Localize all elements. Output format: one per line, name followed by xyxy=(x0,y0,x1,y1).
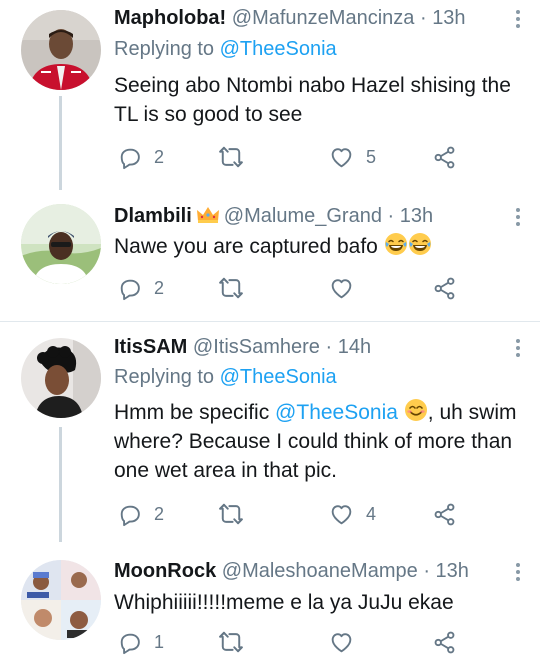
tweet-text-part: Hmm be specific xyxy=(114,401,276,424)
separator-dot: · xyxy=(325,336,333,358)
retweet-icon xyxy=(218,144,244,170)
tweet-header: MoonRock @MaleshoaneMampe · 13h xyxy=(114,560,504,583)
reply-count: 2 xyxy=(154,277,165,298)
retweet-icon xyxy=(218,275,244,301)
user-handle[interactable]: @MaleshoaneMampe xyxy=(222,560,418,582)
tweet-item[interactable]: MoonRock @MaleshoaneMampe · 13h Whiphiii… xyxy=(0,548,540,660)
display-name[interactable]: ItisSAM xyxy=(114,336,187,358)
tweet-actions: 2 4 xyxy=(114,500,514,528)
reply-icon xyxy=(117,502,142,527)
timestamp[interactable]: 13h xyxy=(432,7,465,29)
separator-dot: · xyxy=(419,7,427,29)
reply-button[interactable]: 2 xyxy=(117,500,164,528)
mention-link[interactable]: @TheeSonia xyxy=(220,366,337,388)
tweet-header: ItisSAM @ItisSamhere · 14h xyxy=(114,336,504,359)
more-icon[interactable] xyxy=(516,208,520,229)
display-name[interactable]: Mapholoba! xyxy=(114,7,226,29)
tweet-text: Nawe you are captured bafo xyxy=(114,232,519,261)
more-icon[interactable] xyxy=(516,339,520,360)
crown-emoji xyxy=(196,206,220,230)
tweet-header: Mapholoba! @MafunzeMancinza · 13h xyxy=(114,7,504,30)
share-icon xyxy=(432,630,457,655)
like-count: 4 xyxy=(366,503,377,524)
user-handle[interactable]: @Malume_Grand xyxy=(224,205,382,227)
thread-line xyxy=(59,427,62,542)
display-name[interactable]: MoonRock xyxy=(114,560,216,582)
retweet-button[interactable] xyxy=(218,628,256,656)
tweet-header: Dlambili @Malume_Grand · 13h xyxy=(114,205,504,230)
share-button[interactable] xyxy=(432,500,457,528)
tweet-item[interactable]: ItisSAM @ItisSamhere · 14h Replying to @… xyxy=(0,322,540,542)
retweet-button[interactable] xyxy=(218,274,256,302)
tweet-text-content: Nawe you are captured bafo xyxy=(114,235,378,258)
display-name[interactable]: Dlambili xyxy=(114,205,192,227)
reply-button[interactable]: 2 xyxy=(117,274,164,302)
like-icon xyxy=(329,276,354,301)
share-icon xyxy=(432,145,457,170)
share-button[interactable] xyxy=(432,628,457,656)
mention-link[interactable]: @TheeSonia xyxy=(220,38,337,60)
reply-count: 1 xyxy=(154,631,165,652)
like-icon xyxy=(329,145,354,170)
smiling-emoji xyxy=(404,398,428,422)
like-icon xyxy=(329,630,354,655)
like-count: 5 xyxy=(366,146,377,167)
share-icon xyxy=(432,502,457,527)
like-button[interactable]: 4 xyxy=(329,500,376,528)
laughing-emoji xyxy=(384,232,408,256)
reply-button[interactable]: 1 xyxy=(117,628,164,656)
replying-label: Replying to xyxy=(114,38,215,60)
share-icon xyxy=(432,276,457,301)
retweet-button[interactable] xyxy=(218,143,256,171)
timestamp[interactable]: 13h xyxy=(436,560,469,582)
retweet-icon xyxy=(218,501,244,527)
tweet-text: Hmm be specific @TheeSonia , uh swim whe… xyxy=(114,398,519,485)
tweet-text: Seeing abo Ntombi nabo Hazel shising the… xyxy=(114,74,511,126)
mention-link[interactable]: @TheeSonia xyxy=(275,401,398,424)
tweet-actions: 1 xyxy=(114,628,514,656)
reply-button[interactable]: 2 xyxy=(117,143,164,171)
share-button[interactable] xyxy=(432,143,457,171)
avatar[interactable] xyxy=(21,560,101,640)
reply-count: 2 xyxy=(154,146,165,167)
tweet-actions: 2 5 xyxy=(114,143,514,171)
timestamp[interactable]: 13h xyxy=(400,205,433,227)
more-icon[interactable] xyxy=(516,10,520,31)
avatar[interactable] xyxy=(21,338,101,418)
replying-label: Replying to xyxy=(114,366,215,388)
tweet-text: Whiphiiiii!!!!!meme e la ya JuJu ekae xyxy=(114,591,454,614)
laughing-emoji xyxy=(408,232,432,256)
thread-line xyxy=(59,96,62,190)
reply-count: 2 xyxy=(154,503,165,524)
retweet-icon xyxy=(218,629,244,655)
avatar[interactable] xyxy=(21,10,101,90)
like-button[interactable] xyxy=(329,628,366,656)
reply-icon xyxy=(117,276,142,301)
timestamp[interactable]: 14h xyxy=(338,336,371,358)
user-handle[interactable]: @ItisSamhere xyxy=(193,336,320,358)
separator-dot: · xyxy=(387,205,395,227)
retweet-button[interactable] xyxy=(218,500,256,528)
reply-icon xyxy=(117,145,142,170)
like-button[interactable]: 5 xyxy=(329,143,376,171)
replying-to: Replying to @TheeSonia xyxy=(114,366,337,389)
user-handle[interactable]: @MafunzeMancinza xyxy=(232,7,415,29)
more-icon[interactable] xyxy=(516,563,520,584)
share-button[interactable] xyxy=(432,274,457,302)
tweet-item[interactable]: Dlambili @Malume_Grand · 13h Nawe you are… xyxy=(0,190,540,320)
avatar[interactable] xyxy=(21,204,101,284)
replying-to: Replying to @TheeSonia xyxy=(114,38,337,61)
like-button[interactable] xyxy=(329,274,366,302)
tweet-actions: 2 xyxy=(114,274,514,302)
separator-dot: · xyxy=(423,560,430,582)
tweet-item[interactable]: Mapholoba! @MafunzeMancinza · 13h Replyi… xyxy=(0,0,540,190)
like-icon xyxy=(329,502,354,527)
reply-icon xyxy=(117,630,142,655)
